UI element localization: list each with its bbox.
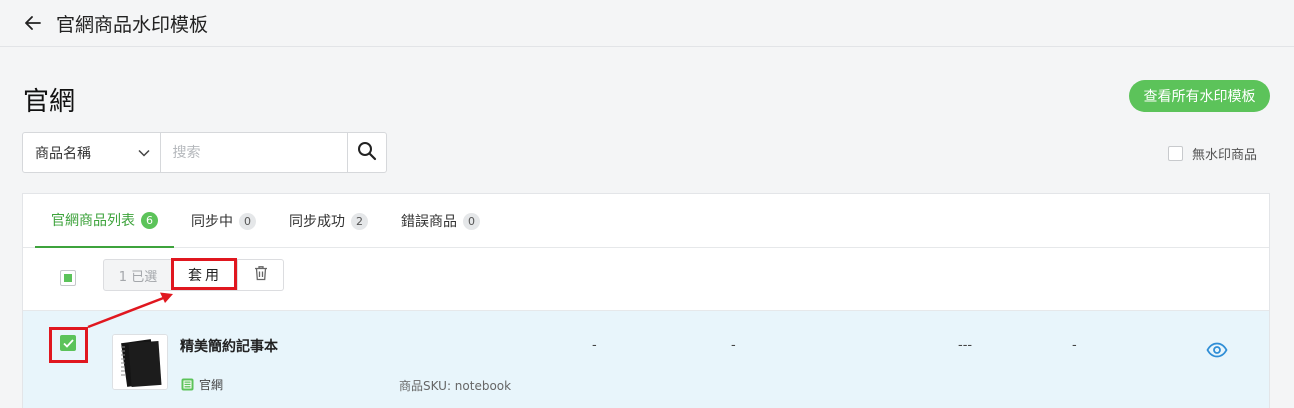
- apply-highlight-box: [171, 258, 237, 290]
- search-bar: 商品名稱: [22, 132, 387, 173]
- search-field-select[interactable]: 商品名稱: [23, 133, 161, 172]
- eye-icon[interactable]: [1206, 339, 1228, 361]
- search-input[interactable]: [160, 133, 347, 172]
- product-sku: 商品SKU: notebook: [399, 379, 512, 393]
- tab-count-badge: 0: [239, 212, 256, 230]
- select-all-checkbox[interactable]: [60, 270, 76, 286]
- trash-icon: [254, 265, 268, 285]
- tab-bar: 官網商品列表 6 同步中 0 同步成功 2 錯誤商品 0: [23, 194, 1269, 248]
- view-all-templates-button[interactable]: 查看所有水印模板: [1129, 80, 1270, 112]
- selected-count: 1 已選: [103, 259, 173, 291]
- no-watermark-checkbox[interactable]: [1168, 146, 1183, 161]
- top-bar: 官網商品水印模板: [0, 0, 1294, 47]
- tab-label: 官網商品列表: [51, 213, 135, 229]
- table-cell: -: [592, 338, 597, 353]
- tab-count-badge: 6: [141, 211, 158, 229]
- search-button[interactable]: [346, 133, 387, 172]
- table-row[interactable]: 精美簡約記事本 官網 商品SKU: notebook - - --- -: [23, 311, 1269, 408]
- product-list-panel: 官網商品列表 6 同步中 0 同步成功 2 錯誤商品 0 1 已選 套用 精美簡…: [22, 193, 1270, 408]
- tab-count-badge: 2: [351, 212, 368, 230]
- tab-sync-success[interactable]: 同步成功 2: [289, 194, 368, 248]
- chevron-down-icon: [137, 145, 150, 161]
- tab-error-products[interactable]: 錯誤商品 0: [401, 194, 480, 248]
- checkbox-highlight-box: [49, 327, 88, 363]
- tab-label: 同步中: [191, 214, 233, 230]
- tab-website-products[interactable]: 官網商品列表 6: [35, 194, 174, 248]
- channel-label: 官網: [199, 378, 224, 392]
- delete-button[interactable]: [238, 259, 284, 291]
- tab-label: 錯誤商品: [401, 214, 457, 230]
- tab-syncing[interactable]: 同步中 0: [191, 194, 256, 248]
- product-thumbnail: [112, 334, 168, 390]
- table-cell: -: [1072, 338, 1077, 353]
- table-cell: -: [731, 338, 736, 353]
- tab-count-badge: 0: [463, 212, 480, 230]
- product-channel: 官網: [181, 376, 223, 393]
- search-icon: [357, 141, 377, 165]
- tab-label: 同步成功: [289, 214, 345, 230]
- partial-check-mark: [64, 274, 72, 282]
- back-arrow-icon[interactable]: [24, 14, 42, 32]
- no-watermark-filter: 無水印商品: [1168, 144, 1257, 163]
- product-name[interactable]: 精美簡約記事本: [180, 336, 278, 356]
- no-watermark-label: 無水印商品: [1192, 148, 1258, 163]
- storefront-icon: [181, 378, 194, 391]
- table-cell: ---: [958, 338, 973, 353]
- search-field-selected-value: 商品名稱: [35, 145, 91, 162]
- page-title: 官網: [23, 87, 76, 117]
- top-bar-title: 官網商品水印模板: [56, 13, 209, 36]
